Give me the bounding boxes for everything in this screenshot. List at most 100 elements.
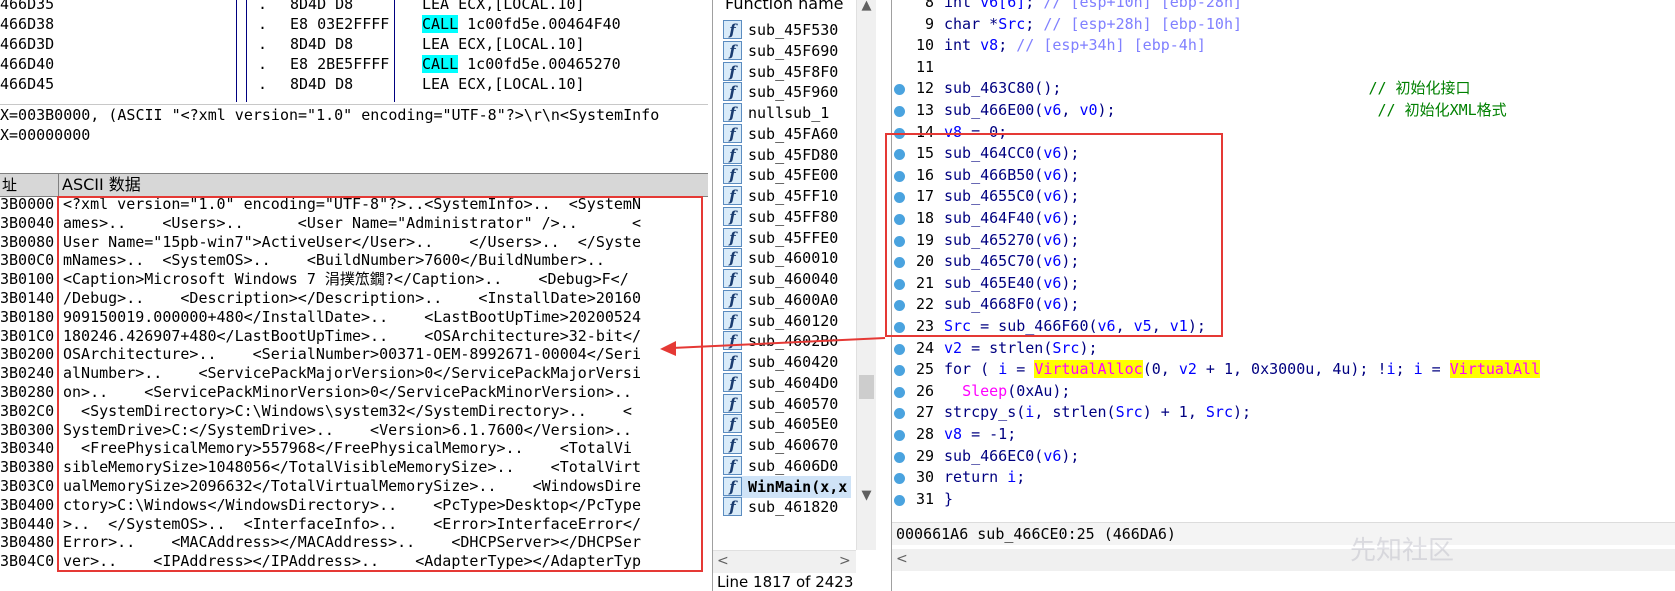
dump-row[interactable]: 3B0140/Debug>.. <Description></Descripti… [0,288,708,308]
dump-row[interactable]: 3B0200 OSArchitecture>.. <SerialNumber>00… [0,344,708,364]
code-line[interactable]: 11 [892,57,1675,79]
scroll-right-icon[interactable]: > [839,553,851,569]
code-line[interactable]: 21 sub_465E40(v6); [892,273,1675,295]
ascii-column-header[interactable]: ASCII 数据 [62,174,141,196]
dump-row[interactable]: 3B04C0 ver>.. <IPAddress></IPAddress>.. <… [0,551,708,571]
function-list-item[interactable]: f sub_45FA60 [723,123,851,145]
function-list-item[interactable]: f sub_45F960 [723,81,851,103]
code-line[interactable]: 31} [892,489,1675,511]
dump-row[interactable]: 3B0440 >.. </SystemOS>.. <InterfaceInfo>.… [0,514,708,534]
breakpoint-dot-icon[interactable] [894,278,905,290]
function-list-item[interactable]: f sub_45FF10 [723,185,851,207]
function-list-item[interactable]: f sub_460120 [723,310,851,332]
code-line[interactable]: 25 for ( i = VirtualAlloc(0, v2 + 1, 0x30… [892,359,1675,381]
code-line[interactable]: 23 Src = sub_466F60(v6, v5, v1); [892,316,1675,338]
dump-row[interactable]: 3B0340 <FreePhysicalMemory>557968</FreeP… [0,438,708,458]
breakpoint-dot-icon[interactable] [894,170,905,182]
disasm-row[interactable]: 466D3D. 8D4D D8 LEA ECX,[LOCAL.10] [0,34,708,54]
dump-row[interactable]: 3B02C0 <SystemDirectory>C:\Windows\syste… [0,401,708,421]
code-line[interactable]: 30 return i; [892,467,1675,489]
function-list-item[interactable]: f sub_45F530 [723,19,851,41]
function-list-item[interactable]: f sub_461820 [723,496,851,518]
breakpoint-dot-icon[interactable] [894,84,905,96]
scroll-down-icon[interactable]: ▼ [857,488,876,503]
breakpoint-dot-icon[interactable] [894,127,905,139]
function-list-item[interactable]: f sub_4604D0 [723,372,851,394]
function-list-item[interactable]: f sub_45FE00 [723,164,851,186]
breakpoint-dot-icon[interactable] [894,343,905,355]
dump-row[interactable]: 3B0000 <?xml version="1.0" encoding="UTF-… [0,194,708,214]
function-list-item[interactable]: f sub_4602B0 [723,330,851,352]
code-line[interactable]: 13 sub_466E00(v6, v0); // 初始化XML格式 [892,100,1675,122]
code-line[interactable]: 15 sub_464CC0(v6); [892,143,1675,165]
function-list-item[interactable]: f sub_460420 [723,351,851,373]
function-list-item[interactable]: f sub_45FF80 [723,206,851,228]
scroll-up-icon[interactable]: ▲ [857,0,876,13]
dump-row[interactable]: 3B0080 User Name="15pb-win7">ActiveUser</… [0,232,708,252]
dump-row[interactable]: 3B01C0 180246.426907+480</LastBootUpTime>… [0,326,708,346]
code-line[interactable]: 27 strcpy_s(i, strlen(Src) + 1, Src); [892,402,1675,424]
code-line[interactable]: 18 sub_464F40(v6); [892,208,1675,230]
dump-row[interactable]: 3B0300 SystemDrive>C:</SystemDrive>.. <Ve… [0,420,708,440]
scroll-left-icon[interactable]: < [717,553,729,569]
memory-dump[interactable]: 3B0000 <?xml version="1.0" encoding="UTF-… [0,194,708,591]
breakpoint-dot-icon[interactable] [894,257,905,269]
dump-row[interactable]: 3B0240 alNumber>.. <ServicePackMajorVersi… [0,363,708,383]
dump-row[interactable]: 3B00C0 mNames>.. <SystemOS>.. <BuildNumbe… [0,250,708,270]
code-line[interactable]: 8 int v6[6]; // [esp+10h] [ebp-28h] [892,0,1675,14]
dump-row[interactable]: 3B0480 Error>.. <MACAddress></MACAddress>… [0,532,708,552]
code-line[interactable]: 24 v2 = strlen(Src); [892,338,1675,360]
dump-row[interactable]: 3B03C0 ualMemorySize>2096632</TotalVirtua… [0,476,708,496]
dump-row[interactable]: 3B0100 <Caption>Microsoft Windows 7 涓撲笟鐗?… [0,269,708,289]
breakpoint-dot-icon[interactable] [894,494,905,506]
breakpoint-dot-icon[interactable] [894,473,905,485]
disassembly-view[interactable]: 466D35. 8D4D D8 LEA ECX,[LOCAL.10] 466D38. E… [0,0,708,102]
pseudocode-view[interactable]: 8 int v6[6]; // [esp+10h] [ebp-28h] 9 char … [892,0,1675,591]
dump-row[interactable]: 3B0280 on>.. <ServicePackMinorVersion>0</… [0,382,708,402]
code-line[interactable]: 17 sub_4655C0(v6); [892,186,1675,208]
code-line[interactable]: 28 v8 = -1; [892,424,1675,446]
breakpoint-dot-icon[interactable] [894,408,905,420]
function-list-item[interactable]: f sub_45FD80 [723,144,851,166]
function-list-item[interactable]: f sub_45FFE0 [723,227,851,249]
breakpoint-dot-icon[interactable] [894,365,905,377]
function-list-item[interactable]: f sub_4605E0 [723,413,851,435]
disasm-row[interactable]: 466D38. E8 03E2FFFF CALL 1c00fd5e.00464F40 [0,14,708,34]
function-list-item[interactable]: f sub_460010 [723,247,851,269]
breakpoint-dot-icon[interactable] [894,386,905,398]
dump-row[interactable]: 3B0400 ctory>C:\Windows</WindowsDirectory… [0,495,708,515]
function-list-item[interactable]: f WinMain(x,x [723,475,851,498]
code-line[interactable]: 29 sub_466EC0(v6); [892,446,1675,468]
breakpoint-dot-icon[interactable] [894,300,905,312]
breakpoint-dot-icon[interactable] [894,235,905,247]
breakpoint-dot-icon[interactable] [894,149,905,161]
code-line[interactable]: 19 sub_465270(v6); [892,230,1675,252]
disasm-row[interactable]: 466D45. 8D4D D8 LEA ECX,[LOCAL.10] [0,74,708,94]
function-list-item[interactable]: f sub_460040 [723,268,851,290]
breakpoint-dot-icon[interactable] [894,451,905,463]
function-name-header[interactable]: Function name [713,0,870,16]
function-list-item[interactable]: f sub_4606D0 [723,455,851,477]
code-line[interactable]: 10 int v8; // [esp+34h] [ebp-4h] [892,35,1675,57]
code-line[interactable]: 14 v8 = 0; [892,122,1675,144]
function-list-item[interactable]: f sub_4600A0 [723,289,851,311]
code-line[interactable]: 12 sub_463C80(); // 初始化接口 [892,78,1675,100]
breakpoint-dot-icon[interactable] [894,430,905,441]
dump-row[interactable]: 3B0040 ames>.. <Users>.. <User Name="Admi… [0,213,708,233]
code-line[interactable]: 22 sub_4668F0(v6); [892,294,1675,316]
code-line[interactable]: 20 sub_465C70(v6); [892,251,1675,273]
function-list-item[interactable]: f sub_460570 [723,393,851,415]
breakpoint-dot-icon[interactable] [894,192,905,204]
address-column-header[interactable]: 址 [0,174,59,196]
dump-row[interactable]: 3B0180 909150019.000000+480</InstallDate>… [0,307,708,327]
code-line[interactable]: 16 sub_466B50(v6); [892,165,1675,187]
disasm-row[interactable]: 466D35. 8D4D D8 LEA ECX,[LOCAL.10] [0,0,708,14]
disasm-row[interactable]: 466D40. E8 2BE5FFFF CALL 1c00fd5e.00465270 [0,54,708,74]
breakpoint-dot-icon[interactable] [894,322,905,333]
function-list-item[interactable]: f sub_45F690 [723,40,851,62]
breakpoint-dot-icon[interactable] [894,106,905,117]
dump-row[interactable]: 3B0380 sibleMemorySize>1048056</TotalVisi… [0,457,708,477]
horizontal-scrollbar[interactable]: < > [713,550,856,573]
function-list-item[interactable]: f sub_45F8F0 [723,61,851,83]
function-list-item[interactable]: f nullsub_1 [723,102,851,124]
